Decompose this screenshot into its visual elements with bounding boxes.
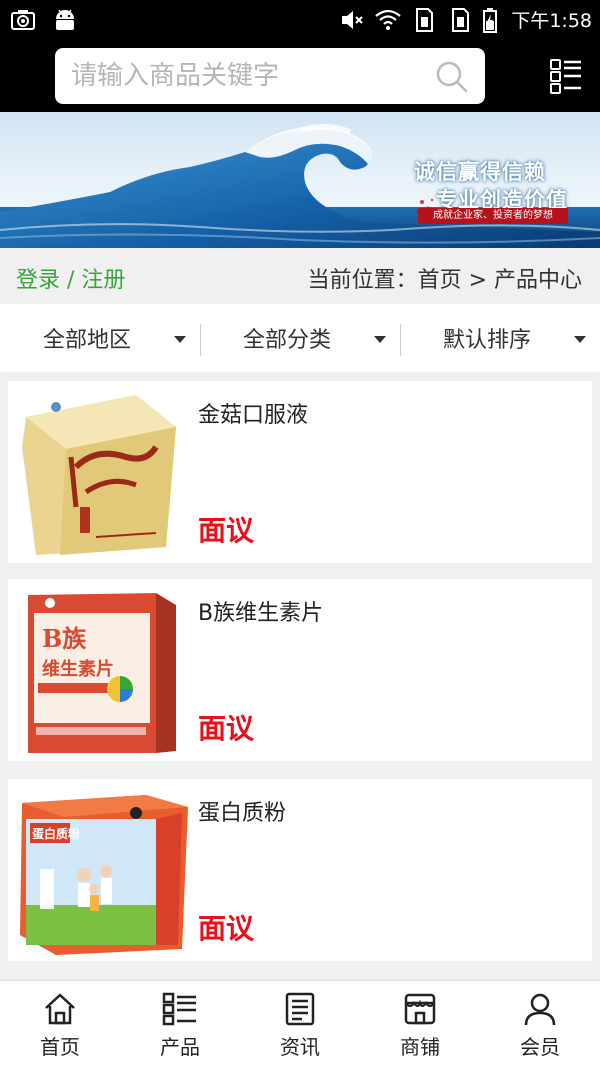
status-left (10, 7, 78, 33)
chevron-down-icon (374, 336, 386, 343)
svg-text:蛋白质粉: 蛋白质粉 (32, 826, 80, 841)
camera-icon (11, 10, 35, 30)
breadcrumb: 当前位置：首页 > 产品中心 (307, 268, 582, 293)
battery-icon (483, 7, 498, 33)
product-list: 金菇口服液 面议 B族 维生素片 B族维生素片 面议 蛋白质粉 蛋白质粉 面议 (0, 372, 600, 980)
product-image-golden-mushroom (22, 395, 176, 555)
filter-region[interactable]: 全部地区 (0, 304, 200, 372)
nav-label: 产品 (160, 1035, 200, 1059)
nav-item-home[interactable]: 首页 (0, 981, 120, 1067)
nav-item-member[interactable]: 会员 (480, 981, 600, 1067)
chevron-down-icon (574, 336, 586, 343)
banner-slogan-1: 诚信赢得信赖 (414, 160, 546, 184)
shop-icon (404, 993, 436, 1025)
product-price: 面议 (198, 712, 255, 745)
nav-label: 首页 (40, 1035, 80, 1059)
filter-category[interactable]: 全部分类 (200, 304, 400, 372)
filter-label: 默认排序 (442, 328, 531, 353)
svg-text:维生素片: 维生素片 (42, 658, 114, 680)
bottom-nav: 首页 产品 资讯 商铺 会员 (0, 980, 600, 1067)
nav-label: 商铺 (400, 1035, 440, 1059)
filter-sort[interactable]: 默认排序 (400, 304, 600, 372)
member-icon (524, 993, 556, 1026)
svg-text:B族: B族 (42, 624, 87, 653)
nav-item-shop[interactable]: 商铺 (360, 981, 480, 1067)
sim1-icon (416, 7, 434, 32)
status-right: 下午1:58 (339, 6, 592, 33)
sim2-icon (452, 7, 470, 32)
nav-label: 会员 (520, 1035, 560, 1059)
product-card[interactable]: 金菇口服液 面议 (8, 381, 592, 563)
nav-label: 资讯 (280, 1035, 320, 1059)
status-bar: 下午1:58 (0, 0, 600, 40)
product-card[interactable]: B族 维生素片 B族维生素片 面议 (8, 579, 592, 761)
status-time: 下午1:58 (511, 10, 592, 32)
product-name[interactable]: 金菇口服液 (198, 397, 308, 429)
search-icon[interactable] (435, 60, 469, 94)
product-name[interactable]: 蛋白质粉 (198, 795, 286, 827)
mute-icon (342, 10, 364, 29)
grid-menu-icon[interactable] (550, 58, 582, 94)
product-list-icon (162, 992, 196, 1026)
nav-item-news[interactable]: 资讯 (240, 981, 360, 1067)
product-card[interactable]: 蛋白质粉 蛋白质粉 面议 (8, 779, 592, 961)
login-register-link[interactable]: 登录 / 注册 (16, 262, 125, 294)
search-box[interactable] (55, 48, 485, 104)
product-image-protein-powder: 蛋白质粉 (20, 795, 188, 955)
filter-label: 全部地区 (42, 328, 131, 353)
filter-label: 全部分类 (242, 328, 331, 353)
news-icon (285, 992, 315, 1026)
search-input[interactable] (71, 48, 411, 104)
chevron-down-icon (174, 336, 186, 343)
nav-item-products[interactable]: 产品 (120, 981, 240, 1067)
wifi-icon (375, 9, 402, 30)
android-icon (56, 9, 74, 30)
banner-subtitle: 成就企业家、投资者的梦想 (418, 208, 568, 224)
product-price: 面议 (198, 514, 255, 547)
promo-banner[interactable]: 诚信赢得信赖 专业创造价值 成就企业家、投资者的梦想 (0, 112, 600, 248)
search-header (0, 40, 600, 112)
home-icon (45, 993, 75, 1025)
product-price: 面议 (198, 912, 255, 945)
location-bar: 登录 / 注册 当前位置：首页 > 产品中心 (0, 248, 600, 304)
filter-bar: 全部地区 全部分类 默认排序 (0, 304, 600, 372)
product-image-vitamin-b: B族 维生素片 (28, 593, 176, 753)
product-name[interactable]: B族维生素片 (198, 595, 323, 627)
